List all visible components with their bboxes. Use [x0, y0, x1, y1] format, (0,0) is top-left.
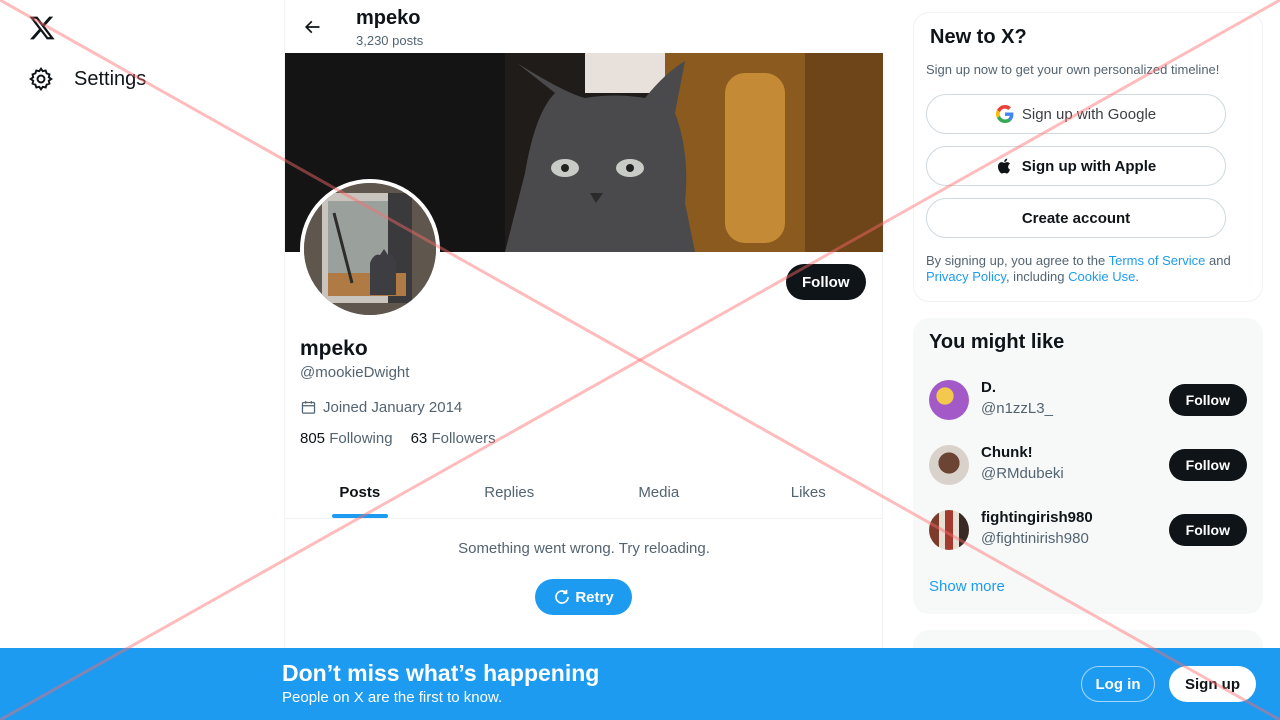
signup-google-button[interactable]: Sign up with Google [926, 94, 1226, 134]
create-account-button[interactable]: Create account [926, 198, 1226, 238]
avatar[interactable] [929, 445, 969, 485]
header-display-name: mpeko [356, 7, 421, 29]
followers-label: Followers [431, 430, 496, 447]
follow-button[interactable]: Follow [786, 264, 866, 300]
header-post-count: 3,230 posts [356, 33, 424, 48]
suggestion-follow-button[interactable]: Follow [1168, 384, 1247, 416]
following-label: Following [329, 430, 393, 447]
nav-settings-label: Settings [74, 67, 147, 90]
privacy-link[interactable]: Privacy Policy [926, 269, 1006, 284]
suggestion-handle: @fightinirish980 [981, 530, 1089, 547]
profile-header-bar: mpeko 3,230 posts [285, 0, 883, 53]
profile-stats: 805 Following 63 Followers [300, 430, 496, 447]
profile-avatar[interactable] [300, 179, 440, 319]
left-nav: Settings [0, 0, 284, 720]
signup-apple-label: Sign up with Apple [1021, 157, 1157, 175]
legal-including: , including [1005, 269, 1069, 284]
x-logo-icon[interactable] [28, 14, 56, 42]
bottom-bar-subtitle: People on X are the first to know. [282, 689, 503, 706]
signup-apple-button[interactable]: Sign up with Apple [926, 146, 1226, 186]
tab-media[interactable]: Media [584, 466, 734, 518]
joined-date: Joined January 2014 [300, 399, 462, 416]
legal-end: . [1135, 269, 1139, 284]
back-arrow-icon [304, 20, 320, 34]
avatar[interactable] [929, 510, 969, 550]
profile-handle: @mookieDwight [300, 364, 410, 381]
suggestion-follow-button[interactable]: Follow [1168, 514, 1247, 546]
suggestion-follow-button[interactable]: Follow [1168, 449, 1247, 481]
back-button[interactable] [297, 12, 327, 42]
tab-posts[interactable]: Posts [285, 466, 435, 518]
profile-column: mpeko 3,230 posts Follow mpeko @mookieDw… [284, 0, 883, 720]
google-icon [995, 105, 1014, 123]
suggestion-handle: @RMdubeki [981, 465, 1064, 482]
following-count: 805 [300, 430, 326, 447]
signup-card: New to X? Sign up now to get your own pe… [913, 12, 1263, 302]
signup-button[interactable]: Sign up [1169, 666, 1256, 702]
show-more-link[interactable]: Show more [929, 578, 1005, 595]
suggestion-name[interactable]: fightingirish980 [981, 509, 1093, 526]
tab-replies[interactable]: Replies [435, 466, 585, 518]
retry-label: Retry [575, 588, 614, 606]
apple-icon [996, 157, 1014, 175]
terms-link[interactable]: Terms of Service [1109, 253, 1206, 268]
who-to-follow-title: You might like [929, 331, 1065, 353]
avatar[interactable] [929, 380, 969, 420]
nav-item-settings[interactable]: Settings [28, 66, 146, 92]
bottom-bar-title: Don’t miss what’s happening [282, 660, 600, 686]
joined-text: Joined January 2014 [323, 399, 463, 416]
profile-tabs: Posts Replies Media Likes [285, 466, 883, 519]
signup-google-label: Sign up with Google [1021, 105, 1157, 123]
suggestion-item[interactable]: D. @n1zzL3_ Follow [929, 376, 1247, 424]
bottom-signup-bar: Don’t miss what’s happening People on X … [0, 648, 1280, 720]
suggestion-name[interactable]: Chunk! [981, 444, 1033, 461]
tab-likes[interactable]: Likes [734, 466, 884, 518]
following-link[interactable]: 805 Following [300, 430, 393, 447]
suggestion-name[interactable]: D. [981, 379, 996, 396]
legal-and: and [1205, 253, 1231, 268]
calendar-icon [300, 399, 317, 416]
suggestion-item[interactable]: fightingirish980 @fightinirish980 Follow [929, 506, 1247, 554]
feed-error-message: Something went wrong. Try reloading. [458, 540, 710, 557]
followers-link[interactable]: 63 Followers [411, 430, 496, 447]
legal-prefix: By signing up, you agree to the [926, 253, 1109, 268]
cookie-link[interactable]: Cookie Use [1068, 269, 1135, 284]
signup-card-title: New to X? [930, 26, 1027, 48]
suggestion-item[interactable]: Chunk! @RMdubeki Follow [929, 441, 1247, 489]
profile-display-name: mpeko [300, 337, 368, 360]
login-button[interactable]: Log in [1081, 666, 1155, 702]
refresh-icon [553, 588, 571, 606]
gear-icon [28, 66, 54, 92]
who-to-follow-card: You might like D. @n1zzL3_ Follow Chunk!… [913, 318, 1263, 614]
signup-card-subtitle: Sign up now to get your own personalized… [926, 62, 1220, 77]
suggestion-handle: @n1zzL3_ [981, 400, 1053, 417]
legal-text: By signing up, you agree to the Terms of… [926, 253, 1246, 285]
followers-count: 63 [410, 430, 428, 447]
retry-button[interactable]: Retry [535, 579, 632, 615]
